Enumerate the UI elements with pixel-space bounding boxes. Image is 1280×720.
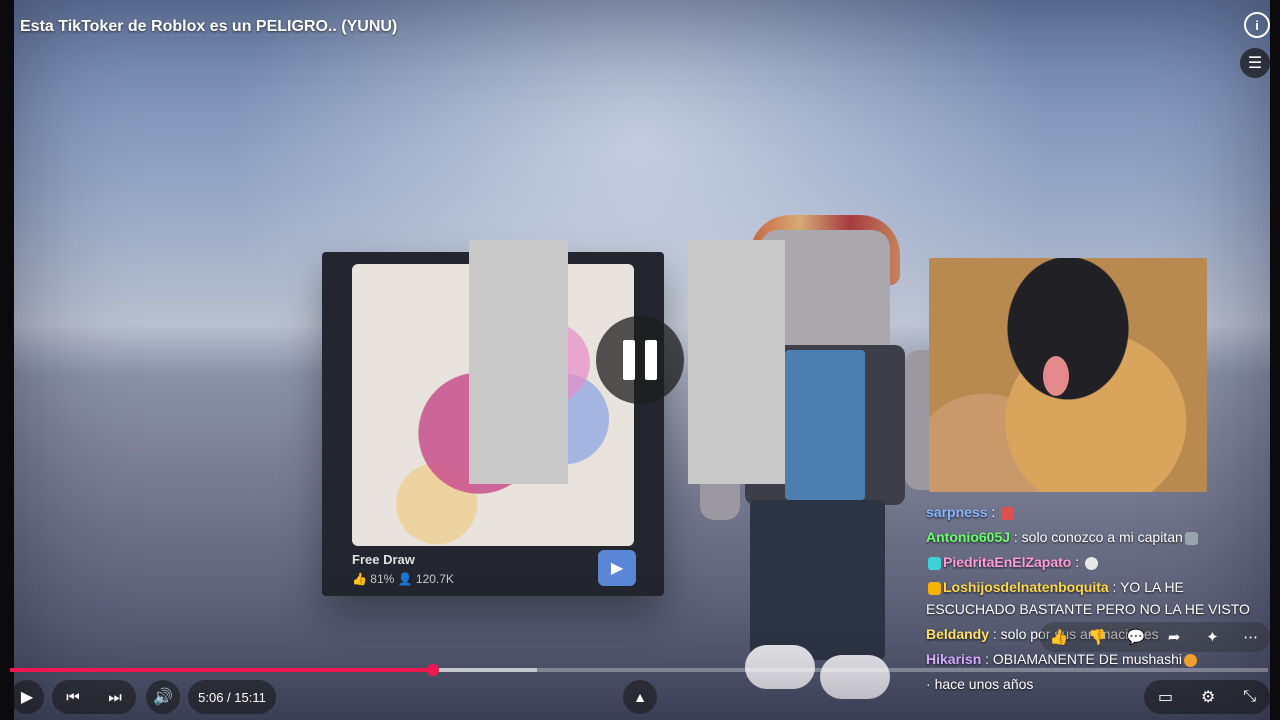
pause-bar: [645, 340, 657, 380]
progress-fill: [10, 668, 433, 672]
emoji-icon: [1085, 556, 1099, 570]
chat-text: : OBIAMANENTE DE mushashi: [981, 651, 1182, 667]
chat-message: Antonio605J : solo conozco a mi capitan: [926, 529, 1200, 545]
chat-text: :: [1071, 554, 1084, 570]
play-icon: ▶: [20, 689, 34, 706]
chat-user: Loshijosdelnatenboquita: [943, 579, 1109, 595]
chat-message: PiedritaEnElZapato :: [926, 554, 1100, 570]
gear-icon[interactable]: ⚙: [1201, 687, 1215, 707]
white-block: [688, 240, 785, 484]
cat-mouth: [1043, 356, 1069, 396]
chat-user: Antonio605J: [926, 529, 1011, 545]
like-icon[interactable]: 👍: [1046, 628, 1072, 646]
queue-icon[interactable]: ☰: [1240, 48, 1270, 78]
screen-label: Free Draw: [352, 552, 415, 567]
badge-icon: [928, 581, 941, 595]
expand-button[interactable]: ▲: [623, 680, 657, 714]
cat-overlay-image: [929, 258, 1207, 492]
info-icon[interactable]: i: [1244, 12, 1270, 38]
chat-text: :: [987, 504, 1000, 520]
progress-knob[interactable]: [427, 664, 439, 676]
screen-play-icon: ▶: [598, 550, 636, 586]
chat-footer-dot: ·: [926, 676, 935, 692]
chevron-up-icon: ▲: [633, 689, 647, 705]
chat-message: Loshijosdelnatenboquita : YO LA HE ESCUC…: [926, 576, 1271, 620]
chat-message: Hikarisn : OBIAMANENTE DE mushashi: [926, 651, 1199, 667]
time-text: 5:06 / 15:11: [198, 689, 266, 705]
comment-icon[interactable]: 💬: [1123, 628, 1149, 646]
volume-button[interactable]: 🔊: [146, 680, 180, 714]
chat-user: Hikarisn: [926, 651, 982, 667]
action-bar: 👍 👎 💬 ➦ ✦ ⋯: [1040, 622, 1270, 652]
sparkle-icon[interactable]: ✦: [1199, 628, 1225, 646]
character-shoe: [745, 645, 815, 689]
subtitles-icon[interactable]: ▭: [1158, 687, 1173, 707]
screen-stats: 👍 81% 👤 120.7K: [352, 572, 454, 586]
chat-message: sarpness :: [926, 504, 1016, 520]
chat-footer-text: hace unos años: [934, 676, 1034, 692]
pause-icon[interactable]: [596, 316, 684, 404]
character-legs: [750, 500, 885, 660]
chat-user: sarpness: [926, 504, 988, 520]
white-block: [469, 240, 568, 484]
play-button[interactable]: ▶: [10, 680, 44, 714]
badge-icon: [928, 556, 941, 570]
pause-bar: [623, 340, 635, 380]
character-shirt: [785, 350, 865, 500]
emoji-icon: [1184, 531, 1198, 545]
volume-icon: 🔊: [153, 689, 173, 706]
more-icon[interactable]: ⋯: [1238, 628, 1264, 646]
edge-bar: [1270, 0, 1280, 720]
chat-text: : solo conozco a mi capitan: [1010, 529, 1183, 545]
chat-user: PiedritaEnElZapato: [943, 554, 1072, 570]
time-display: 5:06 / 15:11: [188, 680, 276, 714]
previous-icon[interactable]: ⏮: [66, 689, 80, 706]
chat-user: Beldandy: [926, 626, 990, 642]
progress-bar[interactable]: [10, 668, 1268, 672]
edge-bar: [0, 0, 14, 720]
nav-controls: ⏮ ⏭: [52, 680, 136, 714]
dislike-icon[interactable]: 👎: [1084, 628, 1110, 646]
emoji-icon: [1001, 506, 1015, 520]
video-title[interactable]: Esta TikToker de Roblox es un PELIGRO.. …: [20, 18, 397, 36]
character-shoe: [820, 655, 890, 699]
emoji-icon: [1183, 653, 1197, 667]
chat-footer: · hace unos años: [926, 676, 1033, 692]
right-controls: ▭ ⚙ ⤡: [1144, 680, 1270, 714]
exit-fullscreen-icon[interactable]: ⤡: [1243, 688, 1256, 706]
next-icon[interactable]: ⏭: [108, 689, 122, 706]
share-icon[interactable]: ➦: [1161, 628, 1187, 646]
